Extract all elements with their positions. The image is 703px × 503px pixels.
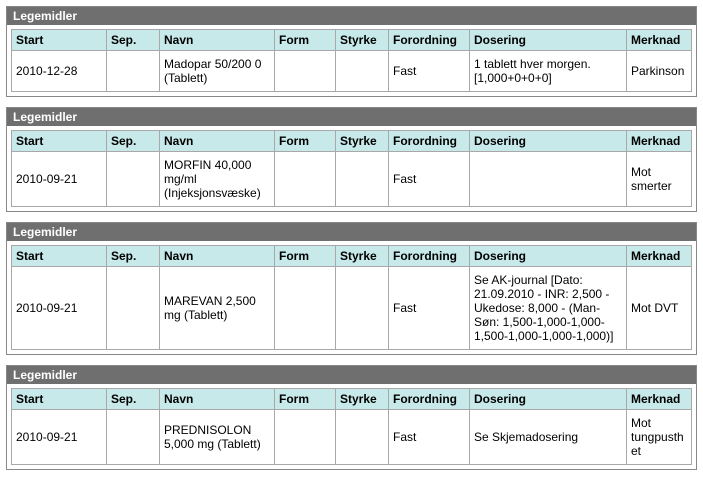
panel-title: Legemidler	[7, 108, 696, 126]
cell-form	[275, 51, 336, 92]
col-header-merknad: Merknad	[627, 30, 692, 51]
col-header-start: Start	[12, 246, 107, 267]
cell-form	[275, 410, 336, 465]
col-header-forordning: Forordning	[389, 389, 470, 410]
medication-panel: Legemidler StartSep.NavnFormStyrkeForordn…	[6, 107, 697, 212]
table-header-row: StartSep.NavnFormStyrkeForordningDoserin…	[12, 30, 692, 51]
panel-title: Legemidler	[7, 7, 696, 25]
cell-sep	[107, 51, 160, 92]
col-header-styrke: Styrke	[336, 389, 389, 410]
cell-form	[275, 267, 336, 350]
cell-merknad: Mot tungpusthet	[627, 410, 692, 465]
table-row: 2010-09-21 MAREVAN 2,500 mg (Tablett) Fast…	[12, 267, 692, 350]
col-header-forordning: Forordning	[389, 246, 470, 267]
cell-sep	[107, 267, 160, 350]
panel-body: StartSep.NavnFormStyrkeForordningDoserin…	[7, 241, 696, 354]
cell-forordning: Fast	[389, 410, 470, 465]
col-header-dosering: Dosering	[470, 246, 627, 267]
col-header-merknad: Merknad	[627, 389, 692, 410]
panel-title: Legemidler	[7, 366, 696, 384]
col-header-dosering: Dosering	[470, 389, 627, 410]
cell-merknad: Parkinson	[627, 51, 692, 92]
table-header-row: StartSep.NavnFormStyrkeForordningDoserin…	[12, 131, 692, 152]
col-header-sep: Sep.	[107, 131, 160, 152]
cell-start: 2010-09-21	[12, 267, 107, 350]
cell-dosering: Se AK-journal [Dato: 21.09.2010 - INR: 2…	[470, 267, 627, 350]
table-row: 2010-09-21 PREDNISOLON 5,000 mg (Tablett)…	[12, 410, 692, 465]
cell-forordning: Fast	[389, 152, 470, 207]
cell-start: 2010-09-21	[12, 410, 107, 465]
col-header-navn: Navn	[160, 246, 275, 267]
cell-form	[275, 152, 336, 207]
col-header-sep: Sep.	[107, 246, 160, 267]
cell-dosering: Se Skjemadosering	[470, 410, 627, 465]
medication-panel: Legemidler StartSep.NavnFormStyrkeForordn…	[6, 365, 697, 470]
col-header-dosering: Dosering	[470, 30, 627, 51]
cell-sep	[107, 152, 160, 207]
col-header-sep: Sep.	[107, 389, 160, 410]
cell-start: 2010-09-21	[12, 152, 107, 207]
table-header-row: StartSep.NavnFormStyrkeForordningDoserin…	[12, 389, 692, 410]
col-header-navn: Navn	[160, 30, 275, 51]
cell-dosering: 1 tablett hver morgen. [1,000+0+0+0]	[470, 51, 627, 92]
col-header-form: Form	[275, 131, 336, 152]
cell-styrke	[336, 152, 389, 207]
col-header-form: Form	[275, 389, 336, 410]
medication-panel: Legemidler StartSep.NavnFormStyrkeForordn…	[6, 222, 697, 355]
cell-navn: Madopar 50/200 0 (Tablett)	[160, 51, 275, 92]
medication-panel: Legemidler StartSep.NavnFormStyrkeForordn…	[6, 6, 697, 97]
medication-table: StartSep.NavnFormStyrkeForordningDoserin…	[11, 130, 692, 207]
col-header-styrke: Styrke	[336, 131, 389, 152]
col-header-merknad: Merknad	[627, 131, 692, 152]
cell-start: 2010-12-28	[12, 51, 107, 92]
col-header-start: Start	[12, 131, 107, 152]
cell-forordning: Fast	[389, 267, 470, 350]
cell-forordning: Fast	[389, 51, 470, 92]
panel-body: StartSep.NavnFormStyrkeForordningDoserin…	[7, 384, 696, 469]
col-header-form: Form	[275, 30, 336, 51]
panel-title: Legemidler	[7, 223, 696, 241]
panel-body: StartSep.NavnFormStyrkeForordningDoserin…	[7, 25, 696, 96]
col-header-navn: Navn	[160, 389, 275, 410]
cell-styrke	[336, 410, 389, 465]
cell-navn: MAREVAN 2,500 mg (Tablett)	[160, 267, 275, 350]
cell-merknad: Mot DVT	[627, 267, 692, 350]
col-header-styrke: Styrke	[336, 30, 389, 51]
col-header-dosering: Dosering	[470, 131, 627, 152]
cell-navn: PREDNISOLON 5,000 mg (Tablett)	[160, 410, 275, 465]
medication-table: StartSep.NavnFormStyrkeForordningDoserin…	[11, 388, 692, 465]
medication-table: StartSep.NavnFormStyrkeForordningDoserin…	[11, 245, 692, 350]
col-header-forordning: Forordning	[389, 30, 470, 51]
table-row: 2010-09-21 MORFIN 40,000 mg/ml (Injeksjon…	[12, 152, 692, 207]
col-header-start: Start	[12, 30, 107, 51]
medication-table: StartSep.NavnFormStyrkeForordningDoserin…	[11, 29, 692, 92]
panel-body: StartSep.NavnFormStyrkeForordningDoserin…	[7, 126, 696, 211]
cell-merknad: Mot smerter	[627, 152, 692, 207]
cell-navn: MORFIN 40,000 mg/ml (Injeksjonsvæske)	[160, 152, 275, 207]
cell-styrke	[336, 267, 389, 350]
col-header-start: Start	[12, 389, 107, 410]
table-header-row: StartSep.NavnFormStyrkeForordningDoserin…	[12, 246, 692, 267]
cell-dosering	[470, 152, 627, 207]
col-header-merknad: Merknad	[627, 246, 692, 267]
table-row: 2010-12-28 Madopar 50/200 0 (Tablett) Fast…	[12, 51, 692, 92]
col-header-sep: Sep.	[107, 30, 160, 51]
col-header-forordning: Forordning	[389, 131, 470, 152]
col-header-navn: Navn	[160, 131, 275, 152]
col-header-styrke: Styrke	[336, 246, 389, 267]
cell-sep	[107, 410, 160, 465]
col-header-form: Form	[275, 246, 336, 267]
cell-styrke	[336, 51, 389, 92]
